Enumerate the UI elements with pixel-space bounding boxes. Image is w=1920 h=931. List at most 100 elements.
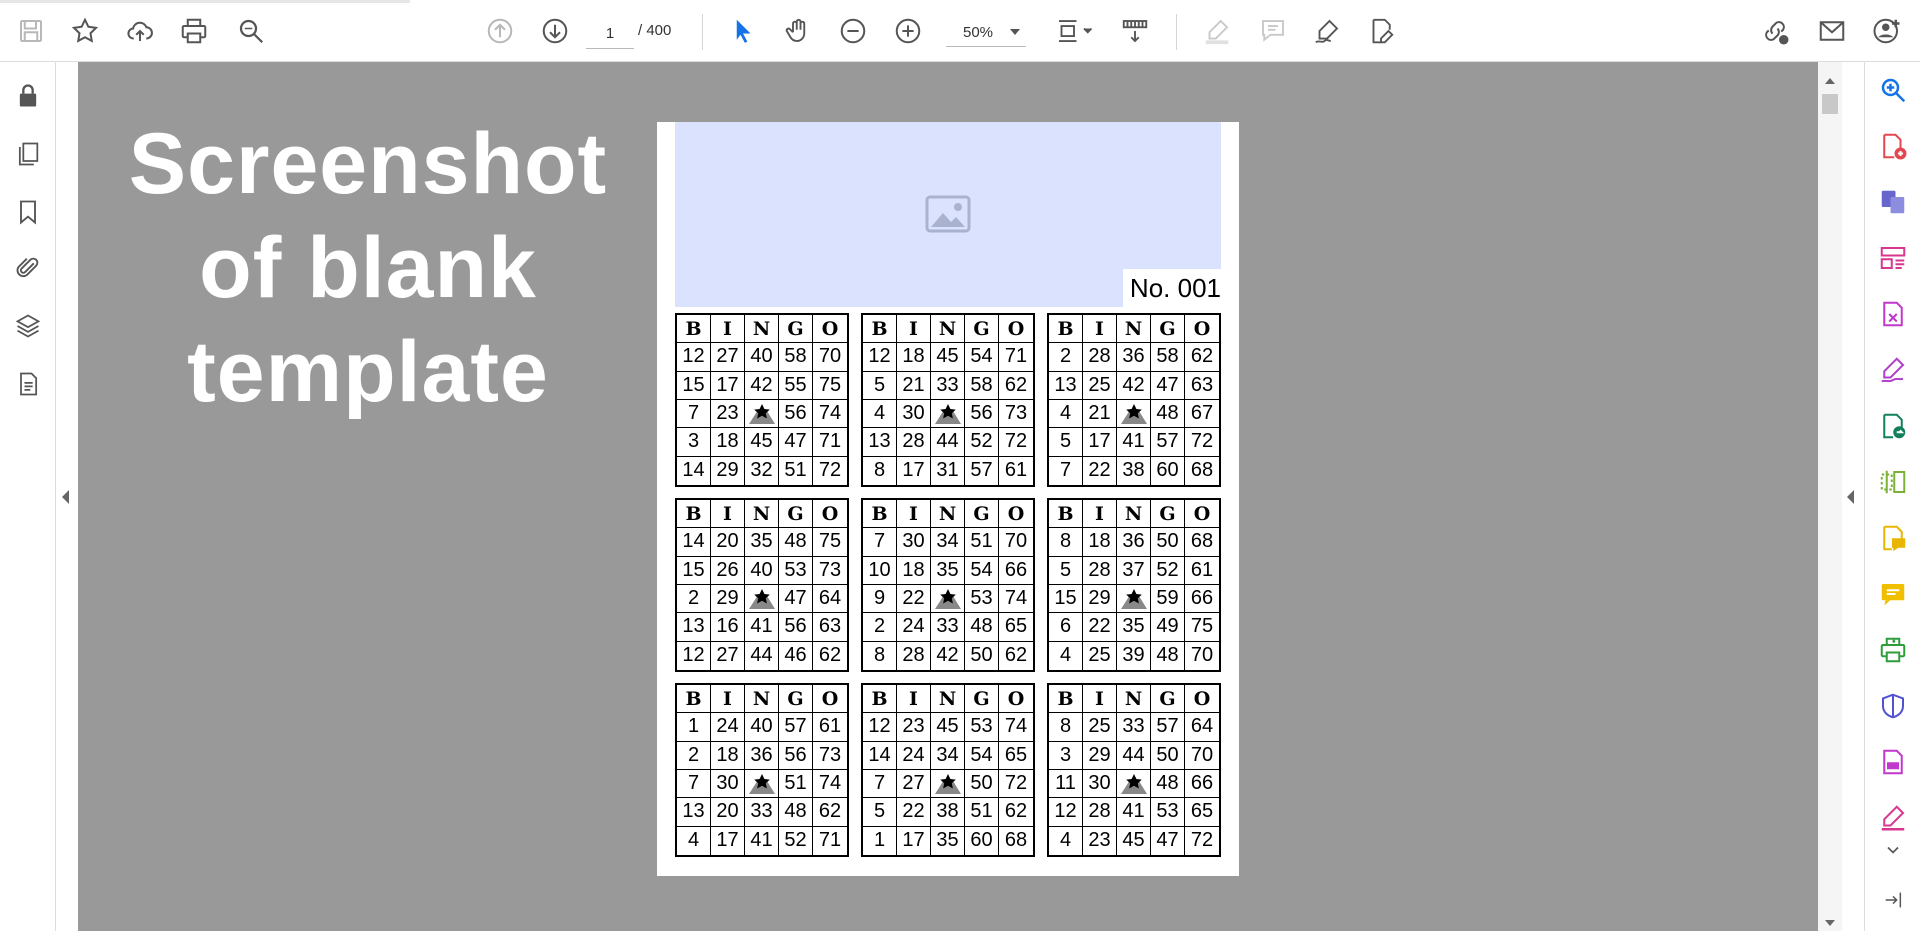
free-space-star-icon xyxy=(1117,585,1151,614)
redact-icon[interactable] xyxy=(1877,746,1909,778)
protect-icon[interactable] xyxy=(1877,690,1909,722)
bingo-number-cell: 20 xyxy=(711,528,745,557)
bingo-number-cell: 72 xyxy=(999,428,1033,457)
bingo-number-cell: 75 xyxy=(1185,613,1219,642)
bingo-number-cell: 74 xyxy=(813,770,847,799)
document-properties-icon[interactable] xyxy=(12,368,44,400)
bingo-number-cell: 45 xyxy=(931,343,965,372)
print-icon[interactable] xyxy=(177,14,211,48)
stamp-icon[interactable] xyxy=(1877,578,1909,610)
zoom-out-icon[interactable] xyxy=(836,14,870,48)
highlight-icon[interactable] xyxy=(1200,14,1234,48)
organize-pages-icon[interactable] xyxy=(1877,242,1909,274)
free-space-star-icon xyxy=(1117,400,1151,429)
fit-page-icon[interactable] xyxy=(1050,14,1098,48)
scroll-mode-icon[interactable] xyxy=(1118,14,1152,48)
create-pdf-icon[interactable] xyxy=(1877,130,1909,162)
bingo-header-cell: N xyxy=(1117,315,1151,344)
bingo-number-cell: 66 xyxy=(1185,770,1219,799)
bingo-number-cell: 74 xyxy=(999,585,1033,614)
bingo-number-cell: 26 xyxy=(711,556,745,585)
scroll-up-icon[interactable] xyxy=(1825,78,1835,84)
bingo-number-cell: 63 xyxy=(813,613,847,642)
print-production-icon[interactable] xyxy=(1877,634,1909,666)
bingo-card: B I N G O 12 27 40 58 70 15 17 42 55 75 7 23 56 74 3 18 45 47 7… xyxy=(675,313,849,487)
bingo-header-cell: G xyxy=(779,685,813,714)
document-viewer[interactable]: Screenshot of blank template No. 001 BIN… xyxy=(78,62,1818,931)
share-link-icon[interactable] xyxy=(1758,14,1792,48)
bingo-number-cell: 30 xyxy=(897,400,931,429)
vertical-scrollbar[interactable] xyxy=(1818,62,1842,931)
page-up-icon[interactable] xyxy=(483,14,517,48)
bingo-number-cell: 45 xyxy=(745,428,779,457)
bingo-number-cell: 17 xyxy=(897,456,931,485)
fill-sign-tool-icon[interactable] xyxy=(1877,802,1909,834)
toolbar-divider xyxy=(702,14,703,50)
bingo-header-cell: B xyxy=(1049,500,1083,529)
bingo-number-cell: 48 xyxy=(1151,770,1185,799)
scroll-down-icon[interactable] xyxy=(1825,920,1835,926)
zoom-in-icon[interactable] xyxy=(891,14,925,48)
search-enhance-icon[interactable] xyxy=(1877,74,1909,106)
lock-icon[interactable] xyxy=(12,80,44,112)
bingo-number-cell: 7 xyxy=(863,770,897,799)
bingo-number-cell: 57 xyxy=(779,713,813,742)
bingo-number-cell: 13 xyxy=(863,428,897,457)
bingo-number-cell: 22 xyxy=(1083,456,1117,485)
attachment-icon[interactable] xyxy=(12,252,44,284)
page-number-input[interactable] xyxy=(586,18,634,49)
layers-icon[interactable] xyxy=(12,310,44,342)
comment-tool-icon[interactable] xyxy=(1877,522,1909,554)
zoom-level-dropdown[interactable]: 50% xyxy=(946,18,1026,47)
export-pdf-icon[interactable] xyxy=(1877,298,1909,330)
account-icon[interactable] xyxy=(1870,14,1904,48)
bingo-number-cell: 53 xyxy=(1151,798,1185,827)
more-tools-icon[interactable] xyxy=(1877,840,1909,860)
bingo-header-cell: G xyxy=(965,685,999,714)
search-icon[interactable] xyxy=(234,14,268,48)
bingo-number-cell: 57 xyxy=(1151,713,1185,742)
bingo-number-cell: 18 xyxy=(711,428,745,457)
bookmark-icon[interactable] xyxy=(12,196,44,228)
bingo-number-cell: 51 xyxy=(779,456,813,485)
fill-sign-icon[interactable] xyxy=(1364,14,1398,48)
cloud-upload-icon[interactable] xyxy=(123,14,157,48)
save-icon[interactable] xyxy=(14,14,48,48)
send-for-review-icon[interactable] xyxy=(1877,410,1909,442)
compare-icon[interactable] xyxy=(1877,466,1909,498)
sign-icon[interactable] xyxy=(1310,14,1344,48)
bingo-number-cell: 30 xyxy=(1083,770,1117,799)
bingo-number-cell: 28 xyxy=(897,428,931,457)
collapse-right-pane-button[interactable] xyxy=(1847,490,1854,504)
bingo-card: B I N G O 2 28 36 58 62 13 25 42 47 63 4 21 48 67 5 17 41 57 72… xyxy=(1047,313,1221,487)
combine-files-icon[interactable] xyxy=(1877,186,1909,218)
scroll-thumb[interactable] xyxy=(1822,94,1838,114)
comment-icon[interactable] xyxy=(1256,14,1290,48)
bingo-number-cell: 44 xyxy=(745,641,779,670)
bingo-number-cell: 59 xyxy=(1151,585,1185,614)
collapse-left-pane-button[interactable] xyxy=(62,490,69,504)
bingo-number-cell: 25 xyxy=(1083,713,1117,742)
bingo-header-cell: I xyxy=(897,685,931,714)
bingo-number-cell: 9 xyxy=(863,585,897,614)
email-icon[interactable] xyxy=(1815,14,1849,48)
bingo-number-cell: 24 xyxy=(897,741,931,770)
bingo-number-cell: 73 xyxy=(999,400,1033,429)
bingo-number-cell: 12 xyxy=(677,343,711,372)
bingo-number-cell: 58 xyxy=(779,343,813,372)
cursor-icon[interactable] xyxy=(726,14,760,48)
pages-icon[interactable] xyxy=(12,138,44,170)
bingo-number-cell: 33 xyxy=(931,371,965,400)
expand-panel-icon[interactable] xyxy=(1877,884,1909,916)
star-icon[interactable] xyxy=(68,14,102,48)
edit-pdf-icon[interactable] xyxy=(1877,354,1909,386)
bingo-number-cell: 3 xyxy=(677,428,711,457)
bingo-number-cell: 39 xyxy=(1117,641,1151,670)
bingo-number-cell: 53 xyxy=(965,713,999,742)
bingo-number-cell: 70 xyxy=(1185,742,1219,770)
bingo-number-cell: 70 xyxy=(1190,644,1214,667)
hand-icon[interactable] xyxy=(781,14,815,48)
page-down-icon[interactable] xyxy=(538,14,572,48)
banner-line: template xyxy=(187,324,549,420)
bingo-header-cell: N xyxy=(931,685,965,714)
